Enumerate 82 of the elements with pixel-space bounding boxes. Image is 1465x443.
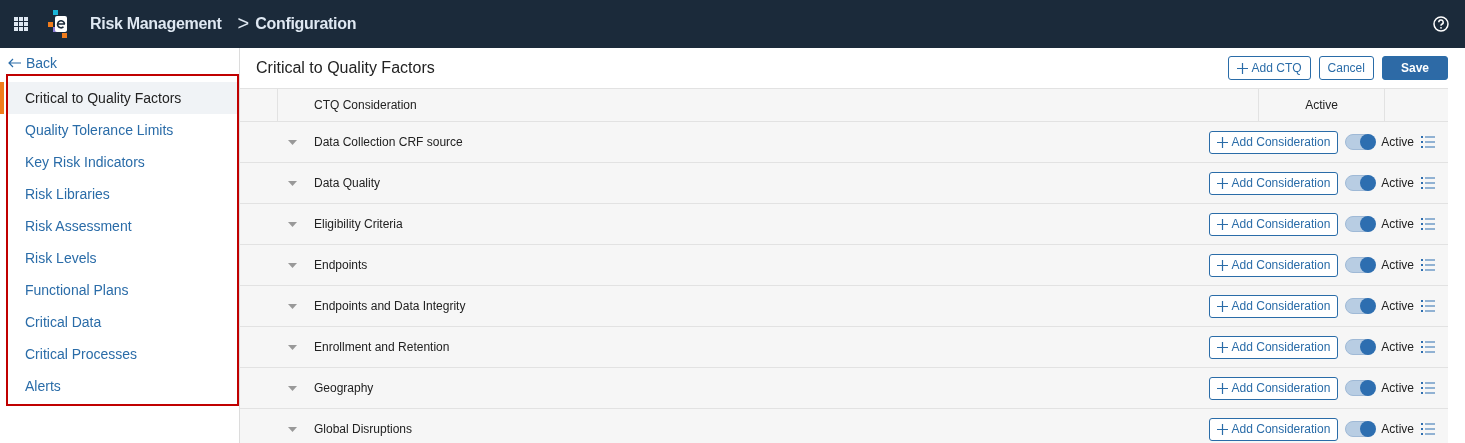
table-cell-text: Geography [314, 381, 375, 395]
sidebar-item[interactable]: Risk Libraries [8, 178, 237, 210]
status-label: Active [1381, 176, 1414, 190]
list-icon[interactable] [1421, 177, 1435, 189]
help-icon[interactable] [1433, 16, 1449, 32]
table-cell-text: Enrollment and Retention [314, 340, 451, 354]
back-arrow-icon[interactable] [8, 58, 22, 68]
toggle-switch[interactable] [1345, 216, 1376, 232]
list-icon[interactable] [1421, 136, 1435, 148]
sidebar-item[interactable]: Quality Tolerance Limits [8, 114, 237, 146]
table-cell-text: Data Quality [314, 176, 382, 190]
toggle-switch[interactable] [1345, 257, 1376, 273]
toggle-switch[interactable] [1345, 175, 1376, 191]
toggle-switch[interactable] [1345, 339, 1376, 355]
toggle-switch[interactable] [1345, 134, 1376, 150]
caret-icon[interactable] [288, 385, 297, 391]
sidebar-item[interactable]: Critical Processes [8, 338, 237, 370]
column-header: CTQ Consideration [314, 98, 417, 112]
list-icon[interactable] [1421, 382, 1435, 394]
sidebar-item[interactable]: Alerts [8, 370, 237, 402]
add-consideration-button[interactable]: Add Consideration [1208, 130, 1339, 154]
caret-icon[interactable] [288, 426, 297, 432]
sidebar-item[interactable]: Key Risk Indicators [8, 146, 237, 178]
add-consideration-button[interactable]: Add Consideration [1208, 171, 1339, 195]
add-ctq-button[interactable]: Add CTQ [1227, 56, 1311, 80]
plus-icon [1216, 218, 1228, 230]
app-name[interactable]: Risk Management [90, 15, 222, 33]
caret-icon[interactable] [288, 180, 297, 186]
breadcrumb-separator: > [237, 11, 250, 35]
list-icon[interactable] [1421, 423, 1435, 435]
table-cell-text: Global Disruptions [314, 422, 414, 436]
plus-icon [1216, 382, 1228, 394]
save-button[interactable]: Save [1381, 56, 1448, 80]
sidebar-item[interactable]: Critical to Quality Factors [8, 82, 237, 114]
plus-icon [1216, 177, 1228, 189]
status-label: Active [1381, 258, 1414, 272]
sidebar-item[interactable]: Risk Levels [8, 242, 237, 274]
list-icon[interactable] [1421, 218, 1435, 230]
plus-icon [1216, 300, 1228, 312]
status-label: Active [1381, 217, 1414, 231]
caret-icon[interactable] [288, 262, 297, 268]
add-consideration-button[interactable]: Add Consideration [1208, 253, 1339, 277]
page-title: Configuration [255, 15, 357, 33]
add-consideration-button[interactable]: Add Consideration [1208, 376, 1339, 400]
table-cell-text: Data Collection CRF source [314, 135, 464, 149]
caret-icon[interactable] [288, 303, 297, 309]
status-label: Active [1381, 135, 1414, 149]
list-icon[interactable] [1421, 341, 1435, 353]
plus-icon [1216, 136, 1228, 148]
toggle-switch[interactable] [1345, 380, 1376, 396]
caret-icon[interactable] [288, 344, 297, 350]
status-label: Active [1381, 381, 1414, 395]
plus-icon [1216, 423, 1228, 435]
status-label: Active [1381, 299, 1414, 313]
caret-icon[interactable] [288, 139, 297, 145]
toggle-switch[interactable] [1345, 298, 1376, 314]
section-title: Critical to Quality Factors [256, 59, 436, 77]
plus-icon [1216, 341, 1228, 353]
column-header: Active [1305, 98, 1338, 112]
table-cell-text: Endpoints [314, 258, 369, 272]
list-icon[interactable] [1421, 259, 1435, 271]
back-link[interactable]: Back [26, 55, 58, 71]
table-cell-text: Endpoints and Data Integrity [314, 299, 467, 313]
status-label: Active [1381, 340, 1414, 354]
plus-icon [1236, 62, 1248, 74]
sidebar-item[interactable]: Critical Data [8, 306, 237, 338]
logo-icon [48, 10, 70, 38]
table-cell-text: Eligibility Criteria [314, 217, 404, 231]
sidebar-item[interactable]: Risk Assessment [8, 210, 237, 242]
active-indicator [0, 82, 4, 114]
caret-icon[interactable] [288, 221, 297, 227]
sidebar-item[interactable]: Functional Plans [8, 274, 237, 306]
list-icon[interactable] [1421, 300, 1435, 312]
add-consideration-button[interactable]: Add Consideration [1208, 212, 1339, 236]
apps-grid-icon[interactable] [14, 17, 28, 31]
plus-icon [1216, 259, 1228, 271]
toggle-switch[interactable] [1345, 421, 1376, 437]
cancel-button[interactable]: Cancel [1318, 56, 1374, 80]
add-consideration-button[interactable]: Add Consideration [1208, 335, 1339, 359]
add-consideration-button[interactable]: Add Consideration [1208, 417, 1339, 441]
add-consideration-button[interactable]: Add Consideration [1208, 294, 1339, 318]
status-label: Active [1381, 422, 1414, 436]
